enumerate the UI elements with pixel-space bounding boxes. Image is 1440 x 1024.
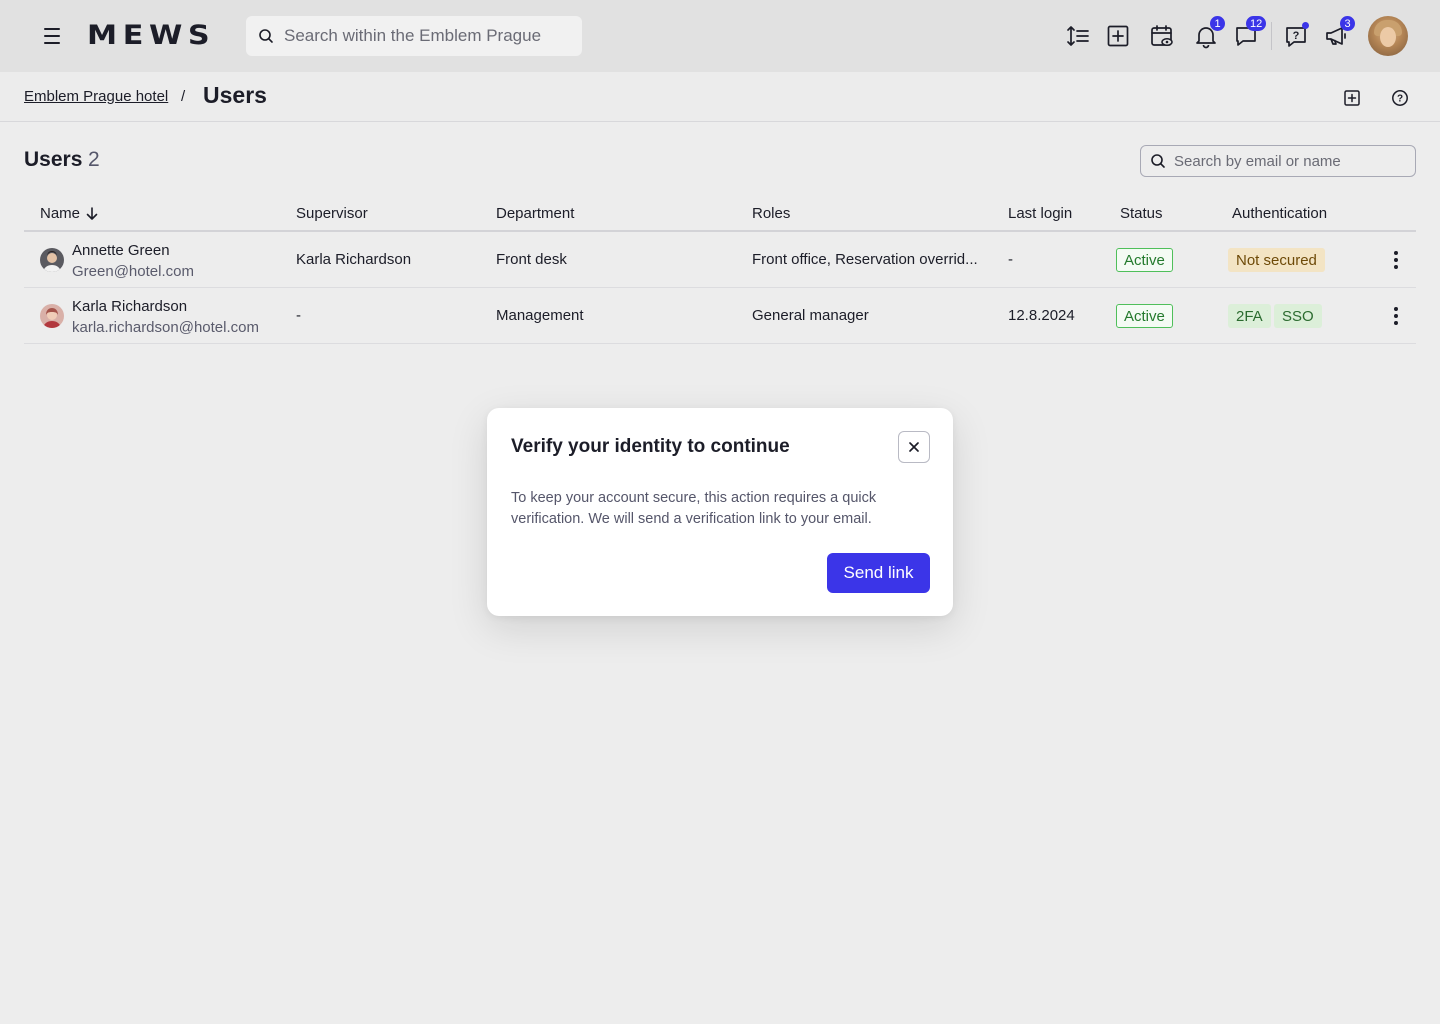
column-header-label: Name (40, 205, 81, 222)
close-icon[interactable] (898, 431, 930, 463)
user-email: Green@hotel.com (72, 263, 194, 280)
help-unread-dot (1302, 22, 1309, 29)
supervisor-cell: - (296, 307, 301, 324)
breadcrumb-separator: / (181, 88, 186, 105)
column-header-last-login[interactable]: Last login (1008, 205, 1072, 222)
svg-text:?: ? (1397, 94, 1403, 105)
global-search-box[interactable] (246, 16, 582, 56)
column-header-name[interactable]: Name (40, 205, 98, 222)
users-section-title: Users (24, 148, 83, 171)
svg-text:?: ? (1293, 30, 1300, 42)
supervisor-cell: Karla Richardson (296, 251, 412, 268)
megaphone-icon[interactable]: 3 (1322, 16, 1355, 50)
arrow-down-icon (86, 206, 98, 220)
column-header-department[interactable]: Department (496, 205, 574, 222)
column-header-roles[interactable]: Roles (752, 205, 790, 222)
last-login-cell: - (1008, 251, 1013, 268)
user-name[interactable]: Karla Richardson (72, 298, 187, 315)
global-search-input[interactable] (284, 26, 574, 46)
calendar-view-icon[interactable] (1148, 22, 1176, 50)
department-cell: Management (496, 307, 584, 324)
user-email: karla.richardson@hotel.com (72, 319, 259, 336)
breadcrumb-parent-link[interactable]: Emblem Prague hotel (24, 88, 168, 105)
department-cell: Front desk (496, 251, 567, 268)
table-header: Name Supervisor Department Roles Last lo… (24, 196, 1416, 232)
column-header-authentication[interactable]: Authentication (1232, 205, 1327, 222)
table-row[interactable]: Annette Green Green@hotel.com Karla Rich… (24, 232, 1416, 288)
user-avatar[interactable] (1368, 16, 1408, 56)
status-badge: Active (1116, 304, 1173, 328)
announcements-badge: 3 (1340, 16, 1355, 31)
mews-logo[interactable]: MEWS (87, 20, 215, 51)
search-icon (1151, 154, 1165, 168)
auth-badge-2fa: 2FA (1228, 304, 1271, 328)
user-search-box[interactable] (1140, 145, 1416, 177)
hamburger-menu-icon[interactable] (40, 26, 64, 46)
help-question-icon[interactable]: ? (1282, 22, 1310, 50)
add-square-icon[interactable] (1341, 87, 1363, 109)
row-actions-menu-icon[interactable] (1384, 304, 1408, 328)
add-square-icon[interactable] (1104, 22, 1132, 50)
line-height-icon[interactable] (1064, 22, 1092, 50)
user-name[interactable]: Annette Green (72, 242, 170, 259)
avatar (40, 304, 64, 328)
notifications-badge: 1 (1210, 16, 1225, 31)
chat-icon[interactable]: 12 (1232, 16, 1267, 50)
help-circle-icon[interactable]: ? (1389, 87, 1411, 109)
last-login-cell: 12.8.2024 (1008, 307, 1075, 324)
messages-badge: 12 (1246, 16, 1267, 31)
page-title: Users (203, 82, 267, 108)
user-search-input[interactable] (1174, 152, 1414, 170)
users-table: Name Supervisor Department Roles Last lo… (24, 196, 1416, 344)
send-link-button[interactable]: Send link (827, 553, 930, 593)
roles-cell: Front office, Reservation overrid... (752, 251, 978, 268)
toolbar-divider (1271, 22, 1272, 50)
auth-badge-sso: SSO (1274, 304, 1322, 328)
dialog-body-text: To keep your account secure, this action… (511, 490, 877, 527)
search-icon (259, 29, 273, 43)
roles-cell: General manager (752, 307, 869, 324)
breadcrumb-bar: Emblem Prague hotel / Users ? (0, 72, 1440, 122)
column-header-supervisor[interactable]: Supervisor (296, 205, 368, 222)
users-count: 2 (88, 148, 100, 171)
verify-identity-dialog: Verify your identity to continue To keep… (487, 408, 953, 616)
status-badge: Active (1116, 248, 1173, 272)
column-header-status[interactable]: Status (1120, 205, 1163, 222)
dialog-title: Verify your identity to continue (511, 436, 790, 457)
table-row[interactable]: Karla Richardson karla.richardson@hotel.… (24, 288, 1416, 344)
top-navigation-bar: MEWS 1 12 ? 3 (0, 0, 1440, 72)
auth-badge-not-secured: Not secured (1228, 248, 1325, 272)
avatar (40, 248, 64, 272)
row-actions-menu-icon[interactable] (1384, 248, 1408, 272)
bell-icon[interactable]: 1 (1192, 16, 1225, 50)
